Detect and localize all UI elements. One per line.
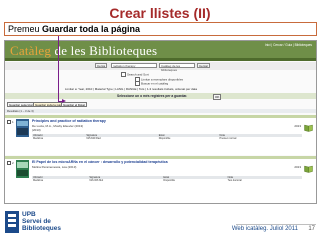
book-icon <box>304 119 313 132</box>
select-records-text: Seleccione un o més registres per a guar… <box>117 94 188 98</box>
result-top-bar <box>5 115 316 118</box>
result-top-bar <box>5 156 316 159</box>
logo-line-2: Servei de <box>22 218 51 225</box>
search-bar: Cerca radiation therapy Catàleg de les b… <box>5 62 316 72</box>
header-links[interactable]: Inici | Cercar / Guia | Biblioteques <box>265 43 312 47</box>
search-go-button[interactable]: Cerca <box>95 63 108 68</box>
catalog-logo: Catàleg de les Biblioteques <box>10 43 157 59</box>
table-cell: Disponible <box>163 179 176 182</box>
select-records-row: Seleccione un o més registres per a guar… <box>5 93 316 100</box>
search-input[interactable]: radiation therapy <box>111 63 157 68</box>
table-cell: Tesi doctoral <box>227 179 242 182</box>
logo-line-1: UPB <box>22 211 36 218</box>
upb-library-logo: UPB Servei de Biblioteques <box>5 209 65 237</box>
logo-line-3: Biblioteques <box>22 225 62 232</box>
book-icon <box>304 160 313 173</box>
result-year: 2013 <box>294 124 301 128</box>
table-cell: Prestec normal <box>219 137 237 140</box>
table-row: Medicina 615.849 Rad Disponible Prestec … <box>32 137 302 140</box>
catalog-screenshot: Catàleg de les Biblioteques Inici | Cerc… <box>4 40 317 204</box>
page-number: 17 <box>308 226 315 232</box>
table-row: Medicina 616.006 Mol Disponible Tesi doc… <box>32 179 302 182</box>
logo-word-2: de les <box>51 43 90 58</box>
pointer-arrow-line <box>58 36 60 102</box>
table-cell: 615.849 Rad <box>86 137 101 140</box>
limit-line: Limitar a: Year, 2010 | Material Type | … <box>65 87 198 91</box>
result-item-1: 1 Principles and practice of radiation t… <box>5 115 316 155</box>
result-number: 2 <box>12 161 14 165</box>
book-cover-image[interactable] <box>16 119 29 137</box>
catalog-header: Catàleg de les Biblioteques Inici | Cerc… <box>5 41 316 61</box>
book-cover-image[interactable] <box>16 160 29 178</box>
option-label: Search and Sort <box>127 72 149 77</box>
slide-title: Crear llistes (II) <box>109 5 211 21</box>
header-bar <box>5 58 316 61</box>
table-cell: Medicina <box>33 137 44 140</box>
result-title-link[interactable]: Principles and practice of radiation the… <box>32 119 106 123</box>
result-number: 1 <box>12 120 14 124</box>
result-checkbox[interactable] <box>7 161 11 165</box>
result-year: 2013 <box>294 165 301 169</box>
table-cell: Disponible <box>158 137 171 140</box>
results-header: Resultats (1 – 3 de 3) <box>5 109 316 113</box>
holdings-table: Ubicació Signatura Estat Nota Medicina 6… <box>32 176 302 182</box>
instruction-prefix: Premeu <box>8 24 43 34</box>
pointer-arrow-icon <box>62 99 66 104</box>
logo-mark-stripe <box>8 214 16 217</box>
option-label: Buscar en el catàleg <box>141 81 169 86</box>
result-year-inline: (2013) <box>32 127 41 132</box>
logo-word-1: Catàleg <box>10 43 52 58</box>
result-item-2: 2 El Papel de los microARNs en el cáncer… <box>5 156 316 203</box>
footer-text: Web icatàleg. Juliol 2011 <box>231 226 298 232</box>
option-catalog[interactable]: Buscar en el catàleg <box>135 81 168 86</box>
search-scope-select[interactable]: Catàleg de les biblioteques <box>159 63 195 72</box>
footer-divider <box>236 224 316 225</box>
logo-mark-stripe <box>8 224 16 227</box>
logo-mark-stripe <box>8 219 16 222</box>
table-cell: 616.006 Mol <box>89 179 104 182</box>
search-submit-button[interactable]: Cercar <box>197 63 211 68</box>
result-author: Molina Peramenesca, Lúa (2013) <box>32 165 77 169</box>
instruction-bold: Guardar toda la página <box>42 24 141 34</box>
instruction-box: Premeu Guardar toda la página <box>4 22 317 36</box>
table-cell: Medicina <box>33 179 44 182</box>
logo-word-3: Biblioteques <box>89 43 158 58</box>
holdings-table: Ubicació Signatura Estat Nota Medicina 6… <box>32 134 302 140</box>
ok-button[interactable]: OK <box>213 93 222 100</box>
result-checkbox[interactable] <box>7 120 11 124</box>
checkbox-icon <box>135 81 140 86</box>
checkbox-icon <box>121 72 126 77</box>
result-title-link[interactable]: El Papel de los microARNs en el cáncer :… <box>32 160 168 164</box>
